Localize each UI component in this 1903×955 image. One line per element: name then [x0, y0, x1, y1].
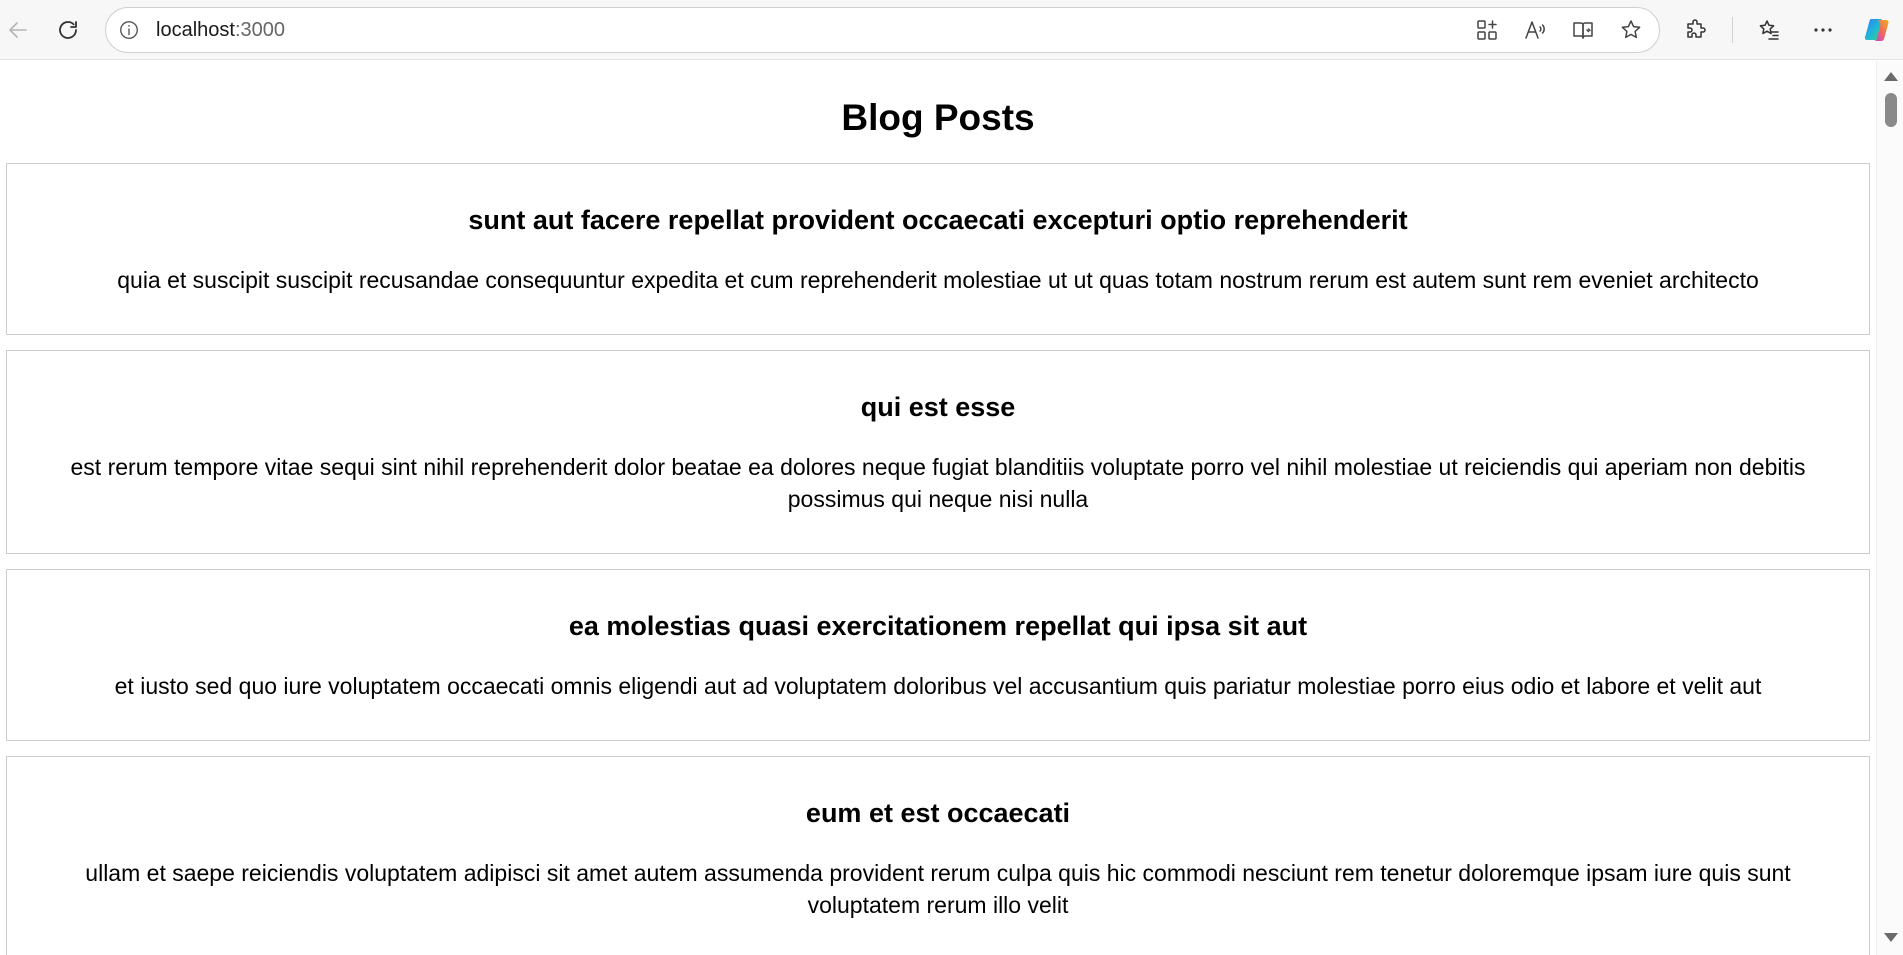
more-options-button[interactable] — [1805, 12, 1841, 48]
app-available-button[interactable] — [1473, 16, 1501, 44]
url-port: :3000 — [234, 19, 285, 41]
post-card: sunt aut facere repellat provident occae… — [6, 163, 1870, 335]
post-body: est rerum tempore vitae sequi sint nihil… — [70, 454, 1806, 512]
extensions-button[interactable] — [1678, 12, 1714, 48]
post-card: eum et est occaecati ullam et saepe reic… — [6, 756, 1870, 955]
arrow-left-icon — [9, 22, 27, 38]
post-body: et iusto sed quo iure voluptatem occaeca… — [114, 673, 1762, 699]
toolbar-divider — [1732, 17, 1733, 43]
post-title: sunt aut facere repellat provident occae… — [468, 205, 1408, 235]
favorites-button[interactable] — [1751, 12, 1787, 48]
url-host: localhost — [156, 19, 235, 41]
app-grid-plus-icon — [1477, 20, 1497, 40]
page-title: Blog Posts — [841, 97, 1035, 138]
scroll-down-arrow-icon[interactable] — [1884, 933, 1898, 942]
scroll-up-arrow-icon[interactable] — [1884, 72, 1898, 81]
copilot-icon — [1864, 19, 1889, 41]
info-icon — [120, 21, 138, 39]
post-body: quia et suscipit suscipit recusandae con… — [117, 267, 1759, 293]
puzzle-icon — [1687, 19, 1706, 38]
browser-actions — [1678, 12, 1895, 48]
ellipsis-icon — [1814, 28, 1832, 32]
browser-toolbar: localhost:3000 — [0, 0, 1903, 60]
post-body: ullam et saepe reiciendis voluptatem adi… — [85, 860, 1791, 918]
reload-icon — [59, 21, 77, 39]
post-title: qui est esse — [860, 392, 1016, 422]
reload-button[interactable] — [50, 12, 86, 48]
address-bar[interactable]: localhost:3000 — [105, 7, 1660, 53]
copilot-button[interactable] — [1859, 12, 1895, 48]
address-bar-actions — [1473, 16, 1645, 44]
scroll-thumb[interactable] — [1885, 93, 1897, 127]
url-text[interactable]: localhost:3000 — [156, 19, 285, 42]
post-title: eum et est occaecati — [805, 798, 1071, 828]
read-aloud-button[interactable] — [1521, 16, 1549, 44]
favorite-star-button[interactable] — [1617, 16, 1645, 44]
page-viewport: Blog Posts sunt aut facere repellat prov… — [0, 61, 1876, 955]
site-info-button[interactable] — [116, 17, 142, 43]
immersive-reader-button[interactable] — [1569, 16, 1597, 44]
immersive-reader-icon — [1573, 22, 1593, 39]
post-card: qui est esse est rerum tempore vitae seq… — [6, 350, 1870, 554]
post-card: ea molestias quasi exercitationem repell… — [6, 569, 1870, 741]
back-button[interactable] — [0, 12, 36, 48]
star-icon — [1621, 20, 1641, 39]
favorites-list-icon — [1759, 20, 1779, 40]
vertical-scrollbar[interactable] — [1876, 61, 1903, 955]
read-aloud-icon — [1525, 21, 1545, 39]
post-title: ea molestias quasi exercitationem repell… — [568, 611, 1308, 641]
